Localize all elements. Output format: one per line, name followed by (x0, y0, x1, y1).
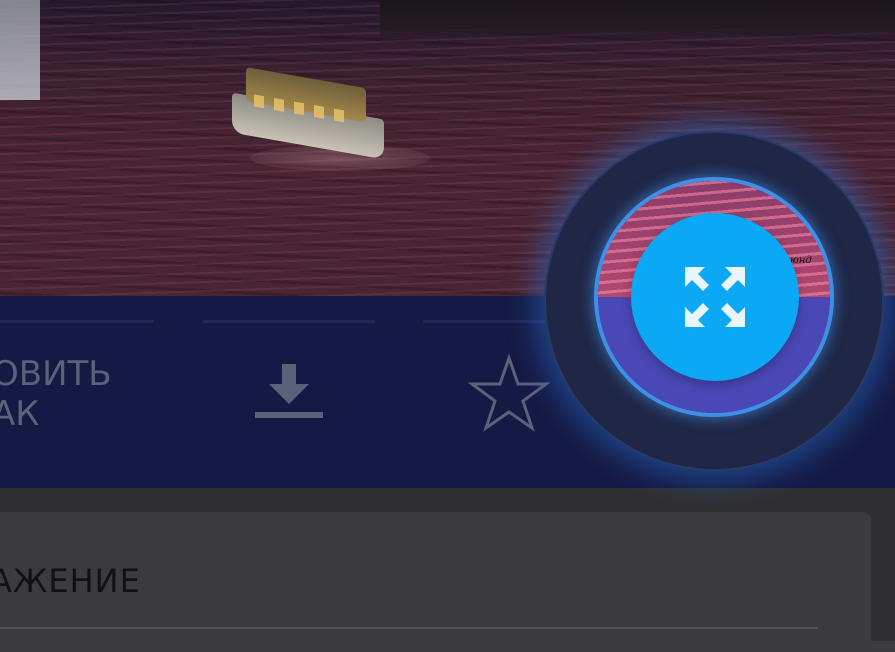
card-divider (0, 627, 818, 629)
action-divider (0, 320, 154, 323)
card-title: АЖЕНИЕ (0, 562, 141, 600)
download-button[interactable] (253, 362, 325, 424)
photo-boat (232, 45, 384, 172)
boat-window (274, 98, 284, 112)
set-wallpaper-action[interactable]: ОВИТЬ АК (0, 354, 112, 434)
set-wallpaper-label-line1: ОВИТЬ (0, 354, 112, 394)
star-outline-icon (467, 353, 551, 432)
photo-boat-left (0, 0, 40, 100)
fullscreen-expand-icon (685, 267, 745, 327)
content-area: АЖЕНИЕ (0, 488, 895, 652)
photo-shoreline (380, 0, 895, 40)
boat-window (294, 101, 304, 116)
boat-window (254, 94, 264, 109)
favorite-button[interactable] (467, 353, 551, 436)
image-card: АЖЕНИЕ (0, 512, 871, 652)
boat-window (314, 105, 324, 119)
boat-window (334, 108, 344, 123)
ring-caption: юнд (790, 255, 812, 266)
fullscreen-button[interactable] (631, 213, 799, 381)
download-icon (255, 364, 323, 418)
set-wallpaper-label-line2: АК (0, 394, 40, 434)
action-divider (203, 320, 375, 323)
